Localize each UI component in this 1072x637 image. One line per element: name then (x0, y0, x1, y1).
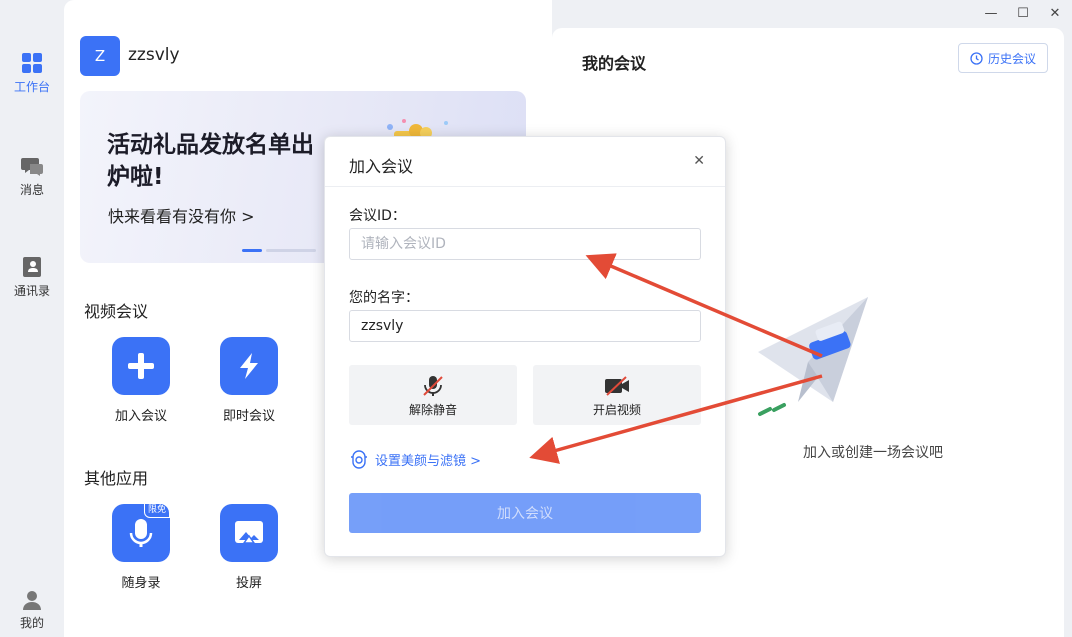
join-meeting-tile[interactable] (112, 337, 170, 395)
free-badge: 限免 (143, 503, 170, 518)
unmute-button[interactable]: 解除静音 (349, 365, 517, 425)
video-section-title: 视频会议 (84, 302, 149, 321)
paper-plane-illustration (758, 297, 868, 416)
clock-icon (970, 51, 983, 65)
dialog-title: 加入会议 (349, 157, 414, 176)
instant-meeting-app[interactable]: 即时会议 (204, 337, 294, 424)
username: zzsvly (128, 45, 180, 65)
banner-pager (242, 249, 316, 252)
app-label: 即时会议 (222, 409, 275, 424)
recorder-tile[interactable]: 限免 (112, 503, 170, 562)
recorder-app[interactable]: 限免 随身录 (96, 503, 186, 591)
your-name-label: 您的名字： (349, 290, 419, 306)
chat-icon (21, 158, 43, 176)
instant-meeting-tile[interactable] (220, 337, 278, 395)
app-label: 投屏 (235, 576, 262, 591)
pager-dot[interactable] (242, 249, 262, 252)
plus-icon (128, 353, 154, 379)
microphone-muted-icon (423, 376, 443, 396)
banner-title: 活动礼品发放名单出炉啦! (107, 132, 314, 190)
screen-cast-app[interactable]: 投屏 (204, 504, 294, 591)
rail-label: 我的 (19, 616, 44, 630)
window-controls: — ☐ ✕ (984, 6, 1062, 21)
my-meetings-title: 我的会议 (582, 54, 647, 73)
app-label: 加入会议 (114, 409, 167, 424)
face-filter-icon (351, 450, 367, 469)
meeting-id-input[interactable] (349, 228, 701, 260)
join-meeting-dialog: 加入会议 ✕ 会议ID： 您的名字： 解除静音 开启视频 设置美颜与滤镜 > 加… (324, 136, 726, 557)
maximize-button[interactable]: ☐ (1016, 6, 1030, 21)
rail-label: 消息 (19, 183, 44, 197)
pager-dot[interactable] (266, 249, 316, 252)
join-meeting-button[interactable]: 加入会议 (349, 493, 701, 533)
banner-subtitle[interactable]: 快来看看有没有你 > (108, 203, 255, 227)
rail-item-messages[interactable]: 消息 (0, 155, 64, 198)
app-label: 随身录 (121, 576, 161, 591)
close-window-button[interactable]: ✕ (1048, 6, 1062, 21)
rail-label: 工作台 (13, 80, 50, 94)
dialog-header: 加入会议 ✕ (325, 137, 725, 187)
history-meetings-button[interactable]: 历史会议 (957, 43, 1048, 73)
rail-item-workbench[interactable]: 工作台 (0, 52, 64, 95)
screen-cast-tile[interactable] (220, 504, 278, 562)
history-button-label: 历史会议 (987, 51, 1036, 66)
unmute-label: 解除静音 (408, 403, 457, 417)
lightning-icon (240, 353, 258, 379)
rail-label: 通讯录 (13, 284, 50, 298)
grid-icon (22, 53, 42, 73)
start-video-button[interactable]: 开启视频 (533, 365, 701, 425)
user-icon (23, 591, 41, 610)
your-name-input[interactable] (349, 310, 701, 342)
close-icon[interactable]: ✕ (693, 153, 705, 169)
other-section-title: 其他应用 (84, 469, 149, 488)
beauty-filter-link[interactable]: 设置美颜与滤镜 > (349, 449, 481, 469)
screen-cast-icon (235, 521, 263, 544)
microphone-icon (129, 519, 153, 547)
minimize-button[interactable]: — (984, 6, 998, 21)
meeting-id-label: 会议ID： (349, 208, 406, 224)
beauty-link-label: 设置美颜与滤镜 > (375, 453, 482, 469)
nav-rail: 工作台 消息 通讯录 我的 (0, 0, 64, 637)
join-meeting-app[interactable]: 加入会议 (96, 337, 186, 424)
start-video-label: 开启视频 (592, 403, 641, 417)
rail-item-me[interactable]: 我的 (0, 590, 64, 631)
rail-item-contacts[interactable]: 通讯录 (0, 256, 64, 299)
contacts-icon (23, 257, 41, 277)
camera-off-icon (605, 376, 629, 396)
avatar[interactable]: Z (80, 36, 120, 76)
